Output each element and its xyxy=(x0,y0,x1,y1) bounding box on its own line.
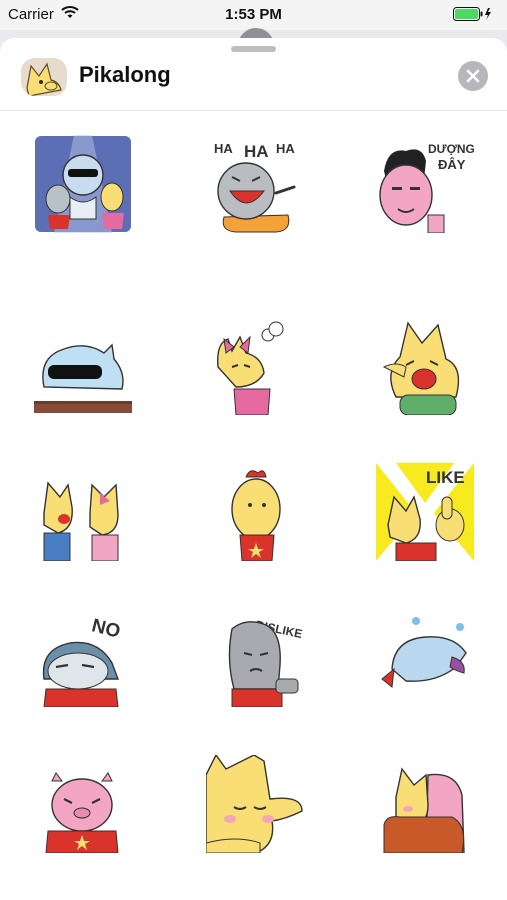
disco-dance-sticker[interactable] xyxy=(34,135,132,233)
app-title: Pikalong xyxy=(79,62,171,87)
dolphin-sticker[interactable] xyxy=(376,609,474,707)
pink-man-sticker[interactable]: DƯỢNG ĐÂY xyxy=(376,135,474,233)
caption-like: LIKE xyxy=(426,468,465,487)
caption-ha-1: HA xyxy=(214,141,233,156)
battery-charging-icon xyxy=(453,7,493,25)
like-sticker[interactable]: LIKE xyxy=(376,463,474,561)
sheet-header: Pikalong xyxy=(0,52,507,111)
close-button[interactable] xyxy=(458,61,488,91)
crying-sticker[interactable] xyxy=(376,317,474,415)
caption-day: ĐÂY xyxy=(438,157,466,172)
chicken-sticker[interactable] xyxy=(206,463,304,561)
sticker-sheet: Pikalong HA HA HA DƯỢNG ĐÂY LIKE NO DISL… xyxy=(0,38,507,900)
clock: 1:53 PM xyxy=(225,6,282,23)
caption-ha-3: HA xyxy=(276,141,295,156)
caption-no: NO xyxy=(90,615,123,642)
no-sticker[interactable]: NO xyxy=(34,609,132,707)
angry-bow-sticker[interactable] xyxy=(206,317,304,415)
pig-sticker[interactable] xyxy=(34,755,132,853)
sticker-grid: HA HA HA DƯỢNG ĐÂY LIKE NO DISLIKE xyxy=(0,122,507,853)
close-icon[interactable] xyxy=(466,69,480,83)
dislike-sticker[interactable]: DISLIKE xyxy=(206,609,304,707)
shark-sunglasses-sticker[interactable] xyxy=(34,317,132,415)
shouting-sticker[interactable] xyxy=(34,463,132,561)
status-bar: Carrier 1:53 PM xyxy=(0,0,507,30)
pikalong-app-icon xyxy=(21,58,67,96)
yellow-closeup-sticker[interactable] xyxy=(206,755,304,853)
caption-duong: DƯỢNG xyxy=(428,142,474,156)
laughing-sticker[interactable]: HA HA HA xyxy=(206,135,304,233)
hug-sticker[interactable] xyxy=(376,755,474,853)
caption-ha-2: HA xyxy=(244,142,269,161)
